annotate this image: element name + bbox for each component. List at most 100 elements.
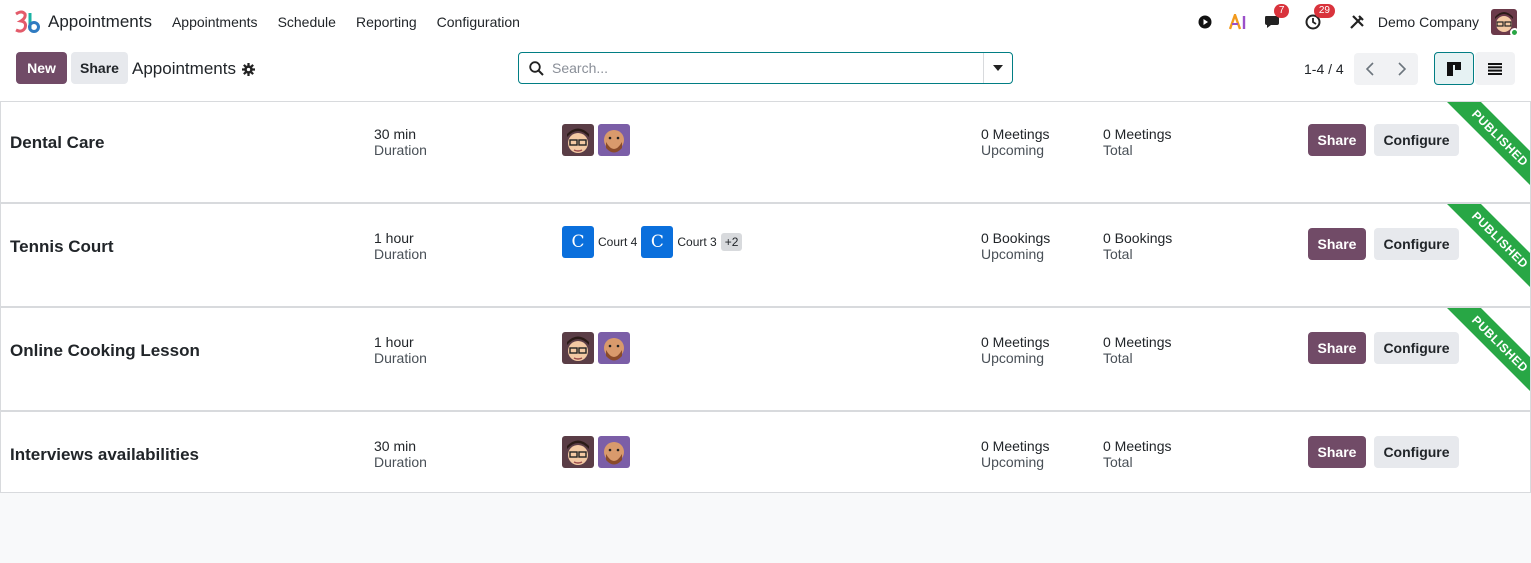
total-label: Total — [1103, 246, 1133, 262]
chevron-right-icon — [1398, 62, 1406, 76]
share-button[interactable]: Share — [1308, 228, 1366, 260]
app-brand[interactable]: Appointments — [14, 10, 152, 34]
upcoming-label: Upcoming — [981, 350, 1045, 366]
total-stat[interactable]: 0 Meetings Total — [1103, 438, 1171, 470]
upcoming-stat[interactable]: 0 Meetings Upcoming — [981, 126, 1049, 158]
total-value: 0 Bookings — [1103, 230, 1173, 246]
staff-avatar[interactable] — [562, 124, 594, 156]
staff-avatar[interactable] — [598, 436, 630, 468]
kanban-icon — [1447, 61, 1461, 76]
resource-name: Court 4 — [598, 235, 638, 249]
upcoming-value: 0 Meetings — [981, 438, 1050, 454]
ai-icon[interactable] — [1228, 11, 1250, 33]
duration-label: Duration — [374, 142, 427, 158]
duration-value: 1 hour — [374, 230, 414, 246]
pager-previous-button[interactable] — [1354, 53, 1386, 85]
upcoming-label: Upcoming — [981, 142, 1045, 158]
control-panel: New Share Appointments 1-4 / 4 — [0, 44, 1531, 101]
published-ribbon-text: PUBLISHED — [1442, 102, 1530, 192]
published-ribbon: PUBLISHED — [1440, 308, 1530, 398]
staff-avatar[interactable] — [562, 332, 594, 364]
published-ribbon-text: PUBLISHED — [1442, 204, 1530, 294]
user-avatar[interactable] — [1491, 9, 1517, 35]
staff-avatar[interactable] — [562, 436, 594, 468]
page-title: Appointments — [132, 59, 255, 79]
upcoming-label: Upcoming — [981, 246, 1045, 262]
staff-avatars — [562, 436, 634, 468]
duration-stat: 30 min Duration — [374, 438, 427, 470]
staff-avatar[interactable] — [598, 124, 630, 156]
page-title-text: Appointments — [132, 59, 236, 78]
resource-list: C Court 4 C Court 3 +2 — [562, 226, 743, 258]
duration-value: 30 min — [374, 126, 417, 142]
search-bar — [518, 52, 1013, 84]
duration-value: 1 hour — [374, 334, 414, 350]
upcoming-value: 0 Bookings — [981, 230, 1051, 246]
chevron-left-icon — [1366, 62, 1374, 76]
total-value: 0 Meetings — [1103, 438, 1172, 454]
play-icon[interactable] — [1194, 11, 1216, 33]
total-stat[interactable]: 0 Meetings Total — [1103, 334, 1171, 366]
share-button[interactable]: Share — [1308, 124, 1366, 156]
new-button[interactable]: New — [16, 52, 67, 84]
staff-avatars — [562, 124, 634, 156]
menu-reporting[interactable]: Reporting — [356, 14, 417, 30]
published-ribbon: PUBLISHED — [1440, 204, 1530, 294]
appointment-card[interactable]: Interviews availabilities 30 min Duratio… — [0, 411, 1531, 493]
resource-avatar[interactable]: C — [562, 226, 594, 258]
total-label: Total — [1103, 350, 1133, 366]
duration-label: Duration — [374, 246, 427, 262]
staff-avatars — [562, 332, 634, 364]
upcoming-stat[interactable]: 0 Meetings Upcoming — [981, 334, 1049, 366]
resource-name: Court 3 — [677, 235, 717, 249]
appointment-card[interactable]: Dental Care 30 min Duration 0 Meetings U… — [0, 101, 1531, 203]
pager-next-button[interactable] — [1386, 53, 1418, 85]
upcoming-label: Upcoming — [981, 454, 1045, 470]
duration-stat: 1 hour Duration — [374, 334, 427, 366]
resource-avatar[interactable]: C — [641, 226, 674, 258]
total-stat[interactable]: 0 Bookings Total — [1103, 230, 1172, 262]
share-button[interactable]: Share — [1308, 332, 1366, 364]
menu-appointments[interactable]: Appointments — [172, 14, 258, 30]
upcoming-stat[interactable]: 0 Bookings Upcoming — [981, 230, 1050, 262]
systray: 7 29 Demo Company — [1182, 0, 1517, 44]
configure-button[interactable]: Configure — [1374, 436, 1459, 468]
published-ribbon: PUBLISHED — [1440, 102, 1530, 192]
duration-stat: 30 min Duration — [374, 126, 427, 158]
top-navbar: Appointments Appointments Schedule Repor… — [0, 0, 1531, 44]
kanban-view-button[interactable] — [1434, 52, 1474, 85]
debug-tools-icon[interactable] — [1346, 11, 1368, 33]
appointment-name: Interviews availabilities — [10, 445, 199, 464]
total-stat[interactable]: 0 Meetings Total — [1103, 126, 1171, 158]
search-options-toggle[interactable] — [983, 53, 1012, 83]
appointment-name: Online Cooking Lesson — [10, 341, 200, 360]
menu-schedule[interactable]: Schedule — [278, 14, 336, 30]
search-input[interactable] — [552, 54, 983, 82]
appointment-name: Dental Care — [10, 133, 105, 152]
staff-avatar[interactable] — [598, 332, 630, 364]
gear-icon[interactable] — [241, 62, 255, 76]
app-name: Appointments — [48, 12, 152, 31]
total-value: 0 Meetings — [1103, 126, 1172, 142]
pager-value[interactable]: 1-4 / 4 — [1304, 61, 1344, 77]
activity-count-badge: 29 — [1313, 4, 1335, 18]
company-switcher[interactable]: Demo Company — [1378, 14, 1479, 30]
chat-icon[interactable]: 7 — [1262, 4, 1290, 33]
duration-value: 30 min — [374, 438, 417, 454]
appointment-card[interactable]: Online Cooking Lesson 1 hour Duration 0 … — [0, 307, 1531, 411]
list-view-button[interactable] — [1475, 52, 1515, 85]
total-label: Total — [1103, 454, 1133, 470]
menu-configuration[interactable]: Configuration — [437, 14, 520, 30]
published-ribbon-text: PUBLISHED — [1442, 308, 1530, 398]
share-button[interactable]: Share — [71, 52, 128, 84]
upcoming-value: 0 Meetings — [981, 334, 1050, 350]
main-menu: Appointments Schedule Reporting Configur… — [172, 14, 540, 30]
duration-stat: 1 hour Duration — [374, 230, 427, 262]
share-button[interactable]: Share — [1308, 436, 1366, 468]
more-resources-badge[interactable]: +2 — [720, 233, 743, 251]
caret-down-icon — [993, 65, 1003, 71]
appointment-card[interactable]: Tennis Court 1 hour Duration C Court 4 C… — [0, 203, 1531, 307]
upcoming-stat[interactable]: 0 Meetings Upcoming — [981, 438, 1049, 470]
online-status-dot — [1510, 28, 1517, 35]
activity-clock-icon[interactable]: 29 — [1302, 4, 1335, 33]
